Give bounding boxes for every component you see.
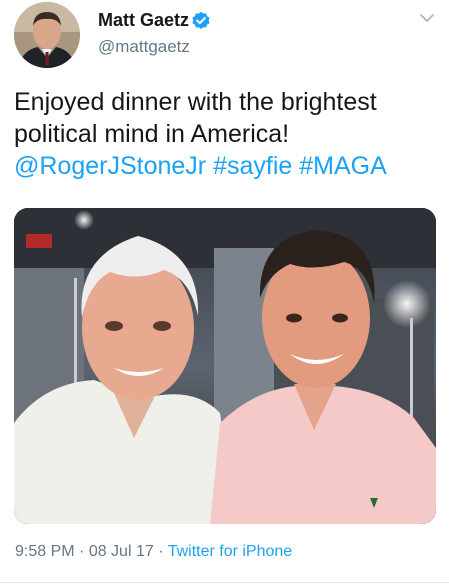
tweet-photo[interactable] <box>14 208 436 524</box>
tweet-time[interactable]: 9:58 PM <box>15 543 75 560</box>
meta-separator: · <box>153 543 168 560</box>
photo-image <box>14 208 436 524</box>
avatar[interactable] <box>14 2 80 68</box>
author-handle[interactable]: @mattgaetz <box>98 37 190 57</box>
tweet-text-line: political mind in America! <box>14 120 290 148</box>
author-name[interactable]: Matt Gaetz <box>98 10 189 31</box>
divider <box>0 582 449 583</box>
meta-separator: · <box>74 543 89 560</box>
avatar-image <box>14 2 80 68</box>
hashtag-link[interactable]: #sayfie <box>213 152 292 180</box>
mention-link[interactable]: @RogerJStoneJr <box>14 152 206 180</box>
tweet-text-line: Enjoyed dinner with the brightest <box>14 88 377 116</box>
chevron-down-icon[interactable] <box>419 10 435 26</box>
tweet-date[interactable]: 08 Jul 17 <box>89 543 154 560</box>
tweet-text: Enjoyed dinner with the brightest politi… <box>14 86 439 182</box>
tweet-source-link[interactable]: Twitter for iPhone <box>168 543 293 560</box>
tweet-text-line: @RogerJStoneJr #sayfie #MAGA <box>14 150 439 182</box>
verified-badge-icon <box>192 11 210 30</box>
hashtag-link[interactable]: #MAGA <box>299 152 387 180</box>
tweet-card: Matt Gaetz @mattgaetz Enjoyed dinner wit… <box>0 0 449 587</box>
tweet-meta: 9:58 PM · 08 Jul 17 · Twitter for iPhone <box>15 543 292 561</box>
